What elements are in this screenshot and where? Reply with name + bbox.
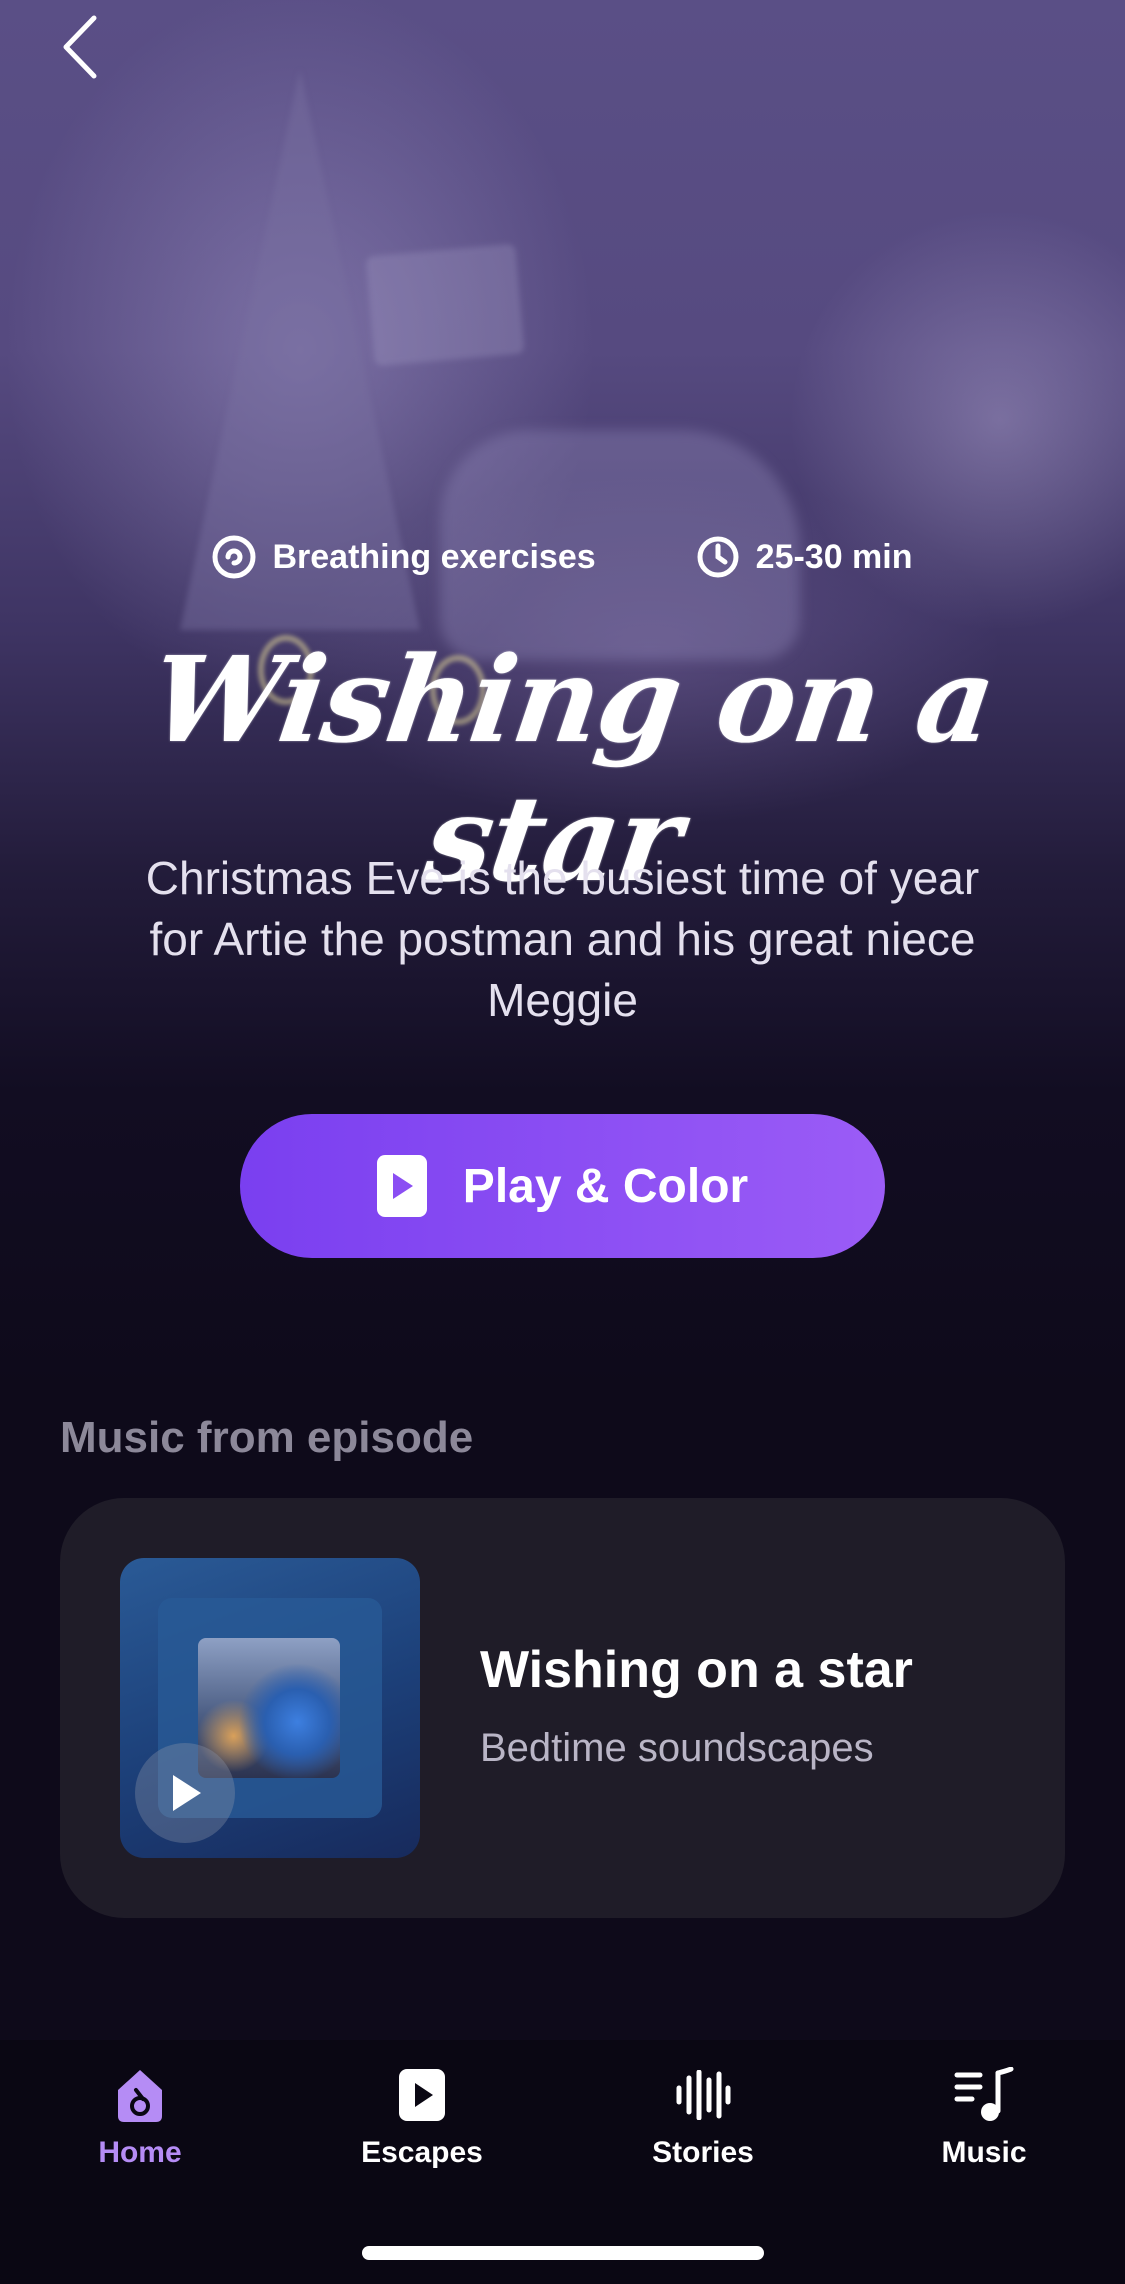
back-button[interactable] [48, 12, 118, 82]
tab-home-label: Home [98, 2136, 182, 2169]
music-note-icon [954, 2067, 1014, 2121]
track-play-button[interactable] [135, 1743, 235, 1843]
duration-label: 25-30 min [755, 537, 913, 576]
tab-music[interactable]: Music [884, 2060, 1084, 2190]
track-subtitle: Bedtime soundscapes [480, 1726, 874, 1770]
episode-description: Christmas Eve is the busiest time of yea… [145, 852, 980, 1026]
track-title: Wishing on a star [480, 1641, 913, 1699]
signpost-decoration [365, 243, 525, 367]
category-meta: Breathing exercises [212, 535, 596, 579]
play-and-color-button[interactable]: Play & Color [240, 1114, 885, 1258]
tab-home[interactable]: Home [40, 2060, 240, 2190]
tab-escapes[interactable]: Escapes [322, 2060, 522, 2190]
chevron-left-icon [63, 15, 97, 79]
play-button-label: Play & Color [462, 1159, 749, 1213]
track-artwork [120, 1558, 420, 1858]
tab-stories-label: Stories [652, 2136, 754, 2169]
tab-escapes-label: Escapes [361, 2136, 483, 2169]
music-section-title: Music from episode [60, 1413, 474, 1462]
play-icon [173, 1775, 201, 1811]
play-square-icon [399, 2069, 445, 2121]
category-label: Breathing exercises [272, 537, 596, 576]
spiral-icon [212, 535, 256, 579]
duration-meta: 25-30 min [696, 535, 913, 579]
episode-meta: Breathing exercises 25-30 min [0, 535, 1125, 579]
tab-stories[interactable]: Stories [603, 2060, 803, 2190]
home-indicator[interactable] [362, 2246, 764, 2260]
play-icon [376, 1155, 427, 1217]
home-icon [118, 2070, 162, 2122]
tab-music-label: Music [941, 2136, 1027, 2169]
clock-icon [697, 536, 739, 578]
music-track-card[interactable]: Wishing on a star Bedtime soundscapes [60, 1498, 1065, 1918]
sound-wave-icon [676, 2070, 731, 2120]
